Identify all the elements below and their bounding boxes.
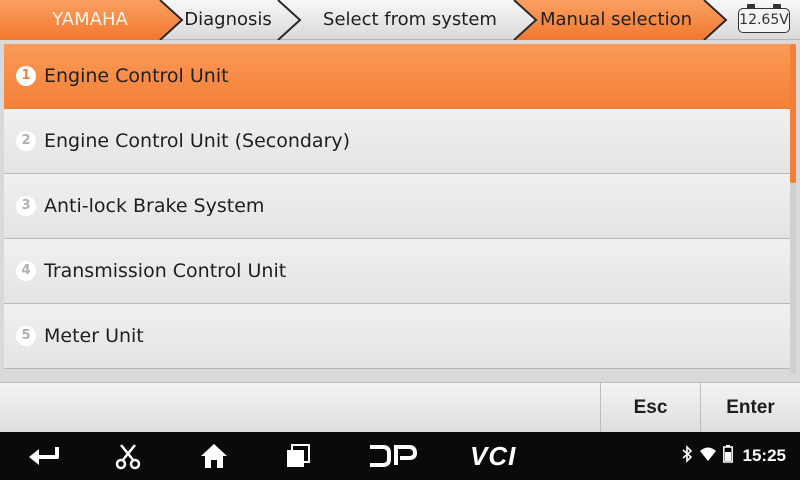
status-area: 15:25: [681, 432, 786, 480]
function-bar: Esc Enter: [0, 382, 800, 433]
navigation-bar: VCI 15:25: [0, 432, 800, 480]
crumb-diagnosis[interactable]: Diagnosis: [172, 0, 284, 40]
item-number-badge: 1: [16, 66, 36, 86]
system-label: Transmission Control Unit: [44, 260, 287, 282]
item-number-badge: 3: [16, 196, 36, 216]
system-list-item[interactable]: 1 Engine Control Unit: [4, 44, 790, 109]
system-list-item[interactable]: 4 Transmission Control Unit: [4, 239, 790, 304]
crumb-manual-selection[interactable]: Manual selection: [528, 0, 704, 40]
enter-button[interactable]: Enter: [700, 383, 800, 433]
system-list-item[interactable]: 5 Meter Unit: [4, 304, 790, 369]
back-icon[interactable]: [22, 432, 66, 480]
system-label: Anti-lock Brake System: [44, 195, 265, 217]
system-list: 1 Engine Control Unit 2 Engine Control Unit…: [4, 44, 790, 374]
scrollbar-thumb[interactable]: [790, 44, 796, 183]
system-label: Engine Control Unit (Secondary): [44, 130, 351, 152]
bluetooth-icon: [681, 445, 693, 467]
list-scrollbar[interactable]: [790, 44, 796, 374]
vci-button[interactable]: VCI: [470, 432, 516, 480]
system-list-item[interactable]: 2 Engine Control Unit (Secondary): [4, 109, 790, 174]
system-label: Meter Unit: [44, 325, 144, 347]
system-label: Engine Control Unit: [44, 65, 229, 87]
crumb-select-from-system[interactable]: Select from system: [300, 0, 520, 40]
dp-logo-icon[interactable]: [364, 432, 420, 480]
battery-icon: [722, 445, 733, 467]
item-number-badge: 2: [16, 131, 36, 151]
item-number-badge: 5: [16, 326, 36, 346]
crumb-yamaha[interactable]: YAMAHA: [10, 0, 170, 40]
breadcrumb: YAMAHA Diagnosis Select from system Manu…: [0, 0, 800, 40]
system-list-item[interactable]: 3 Anti-lock Brake System: [4, 174, 790, 239]
wifi-icon: [699, 446, 717, 466]
recent-apps-icon[interactable]: [282, 432, 314, 480]
esc-button[interactable]: Esc: [600, 383, 700, 433]
item-number-badge: 4: [16, 261, 36, 281]
scissors-icon[interactable]: [108, 432, 148, 480]
status-clock: 15:25: [742, 446, 786, 465]
battery-voltage: 12.65V: [738, 4, 790, 33]
home-icon[interactable]: [196, 432, 232, 480]
